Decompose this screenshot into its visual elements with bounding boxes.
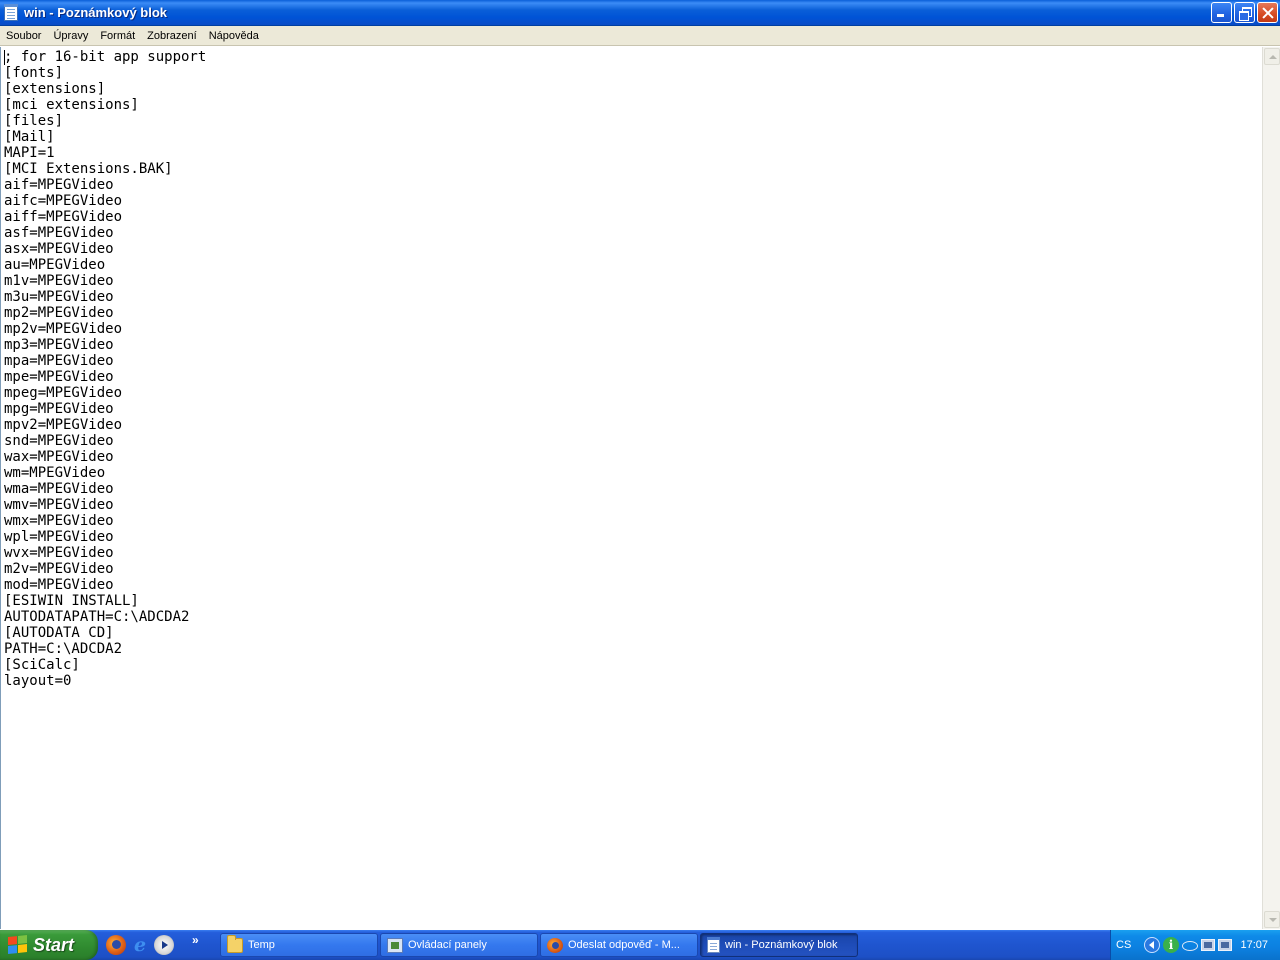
language-indicator[interactable]: CS	[1116, 939, 1140, 951]
text-line: [extensions]	[4, 81, 106, 97]
minimize-icon	[1212, 3, 1231, 22]
text-line: mp2=MPEGVideo	[4, 305, 114, 321]
scroll-down-button[interactable]	[1264, 911, 1280, 928]
control-panel-icon	[387, 937, 403, 953]
text-line: ; for 16-bit app support	[4, 49, 207, 65]
media-player-icon[interactable]	[154, 935, 174, 955]
taskbar: Start e » Temp Ovládací panely Odeslat o…	[0, 930, 1280, 960]
text-line: snd=MPEGVideo	[4, 433, 114, 449]
text-line: [SciCalc]	[4, 657, 80, 673]
taskbar-button-label: win - Poznámkový blok	[725, 939, 838, 951]
text-line: aif=MPEGVideo	[4, 177, 114, 193]
menu-zobrazeni[interactable]: Zobrazení	[141, 27, 203, 45]
taskbar-button-firefox[interactable]: Odeslat odpověď - M...	[540, 933, 698, 957]
arrow-down-icon	[1269, 918, 1277, 922]
taskbar-button-notepad[interactable]: win - Poznámkový blok	[700, 933, 858, 957]
text-editor[interactable]: ; for 16-bit app support [fonts] [extensio…	[0, 47, 1262, 929]
info-icon[interactable]: i	[1163, 937, 1179, 953]
arrow-up-icon	[1269, 55, 1277, 59]
scroll-up-button[interactable]	[1264, 48, 1280, 65]
window-controls	[1211, 2, 1278, 23]
text-line: mpa=MPEGVideo	[4, 353, 114, 369]
text-line: [fonts]	[4, 65, 64, 81]
text-line: wvx=MPEGVideo	[4, 545, 114, 561]
text-line: layout=0	[4, 673, 72, 689]
notepad-icon	[707, 936, 720, 953]
clock[interactable]: 17:07	[1240, 939, 1268, 951]
text-line: m2v=MPEGVideo	[4, 561, 114, 577]
text-line: [files]	[4, 113, 64, 129]
text-line: wm=MPEGVideo	[4, 465, 106, 481]
text-line: mpg=MPEGVideo	[4, 401, 114, 417]
text-line: asf=MPEGVideo	[4, 225, 114, 241]
quick-launch-more-icon[interactable]: »	[192, 933, 199, 947]
menu-soubor[interactable]: Soubor	[0, 27, 47, 45]
show-hidden-icons-button[interactable]	[1144, 937, 1160, 953]
wireless-icon[interactable]	[1182, 941, 1198, 951]
text-line: mpeg=MPEGVideo	[4, 385, 123, 401]
text-line: [Mail]	[4, 129, 55, 145]
text-line: wma=MPEGVideo	[4, 481, 114, 497]
taskbar-button-control-panel[interactable]: Ovládací panely	[380, 933, 538, 957]
text-line: wpl=MPEGVideo	[4, 529, 114, 545]
restore-icon	[1235, 3, 1254, 22]
quick-launch: e »	[106, 933, 199, 955]
title-bar[interactable]: win - Poznámkový blok	[0, 0, 1280, 26]
network-connection-icon[interactable]	[1218, 939, 1232, 951]
text-line: mod=MPEGVideo	[4, 577, 114, 593]
text-caret	[4, 50, 5, 65]
window-title: win - Poznámkový blok	[24, 5, 168, 20]
text-line: asx=MPEGVideo	[4, 241, 114, 257]
menu-bar: Soubor Úpravy Formát Zobrazení Nápověda	[0, 26, 1280, 46]
text-line: wmx=MPEGVideo	[4, 513, 114, 529]
network-connection-icon[interactable]	[1201, 939, 1215, 951]
text-line: wax=MPEGVideo	[4, 449, 114, 465]
restore-button[interactable]	[1234, 2, 1255, 23]
taskbar-button-label: Temp	[248, 939, 275, 951]
close-button[interactable]	[1257, 2, 1278, 23]
text-line: m1v=MPEGVideo	[4, 273, 114, 289]
text-line: mp3=MPEGVideo	[4, 337, 114, 353]
menu-format[interactable]: Formát	[94, 27, 141, 45]
menu-upravy[interactable]: Úpravy	[47, 27, 94, 45]
text-line: aifc=MPEGVideo	[4, 193, 123, 209]
text-line: au=MPEGVideo	[4, 257, 106, 273]
folder-icon	[227, 934, 243, 953]
menu-napoveda[interactable]: Nápověda	[203, 27, 265, 45]
minimize-button[interactable]	[1211, 2, 1232, 23]
document-lines: ; for 16-bit app support [fonts] [extensio…	[1, 47, 1262, 689]
text-line: PATH=C:\ADCDA2	[4, 641, 123, 657]
internet-explorer-icon[interactable]: e	[130, 935, 150, 955]
text-line: [AUTODATA CD]	[4, 625, 114, 641]
firefox-icon	[547, 937, 563, 953]
text-line: mpv2=MPEGVideo	[4, 417, 123, 433]
start-button[interactable]: Start	[0, 930, 98, 960]
text-line: mpe=MPEGVideo	[4, 369, 114, 385]
text-line: AUTODATAPATH=C:\ADCDA2	[4, 609, 190, 625]
taskbar-button-temp[interactable]: Temp	[220, 933, 378, 957]
text-line: [MCI Extensions.BAK]	[4, 161, 173, 177]
text-line: [ESIWIN INSTALL]	[4, 593, 139, 609]
firefox-icon[interactable]	[106, 935, 126, 955]
system-tray: CS i 17:07	[1110, 930, 1280, 960]
text-line: aiff=MPEGVideo	[4, 209, 123, 225]
text-line: [mci extensions]	[4, 97, 139, 113]
taskbar-button-label: Ovládací panely	[408, 939, 487, 951]
close-icon	[1258, 3, 1277, 22]
text-line: m3u=MPEGVideo	[4, 289, 114, 305]
vertical-scrollbar[interactable]	[1262, 47, 1280, 929]
text-line: MAPI=1	[4, 145, 55, 161]
notepad-icon[interactable]	[4, 3, 18, 21]
taskbar-button-label: Odeslat odpověď - M...	[568, 939, 680, 951]
text-line: mp2v=MPEGVideo	[4, 321, 123, 337]
text-line: wmv=MPEGVideo	[4, 497, 114, 513]
windows-logo-icon	[8, 935, 28, 955]
start-label: Start	[33, 934, 75, 955]
